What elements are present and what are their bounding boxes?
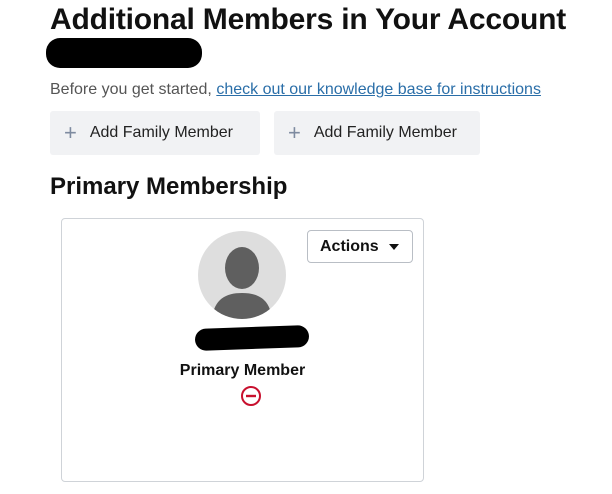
caret-down-icon [388, 243, 399, 250]
redacted-member-name [194, 325, 310, 351]
knowledge-base-link[interactable]: check out our knowledge base for instruc… [216, 81, 541, 98]
intro-text: Before you get started, check out our kn… [50, 80, 541, 100]
default-avatar-icon [198, 231, 286, 319]
page-title: Additional Members in Your Account [50, 3, 567, 36]
plus-icon: + [288, 120, 301, 145]
remove-circle-icon[interactable] [240, 385, 262, 407]
actions-label: Actions [320, 237, 379, 255]
section-title: Primary Membership [50, 173, 288, 200]
add-family-member-button[interactable]: + Add Family Member [274, 111, 480, 155]
page: Additional Members in Your Account Befor… [0, 0, 612, 494]
primary-member-card: Actions Primary Member [61, 218, 424, 482]
redacted-account-name [46, 38, 202, 68]
add-family-member-label: Add Family Member [89, 124, 234, 141]
actions-dropdown-button[interactable]: Actions [307, 230, 413, 263]
member-role-label: Primary Member [179, 362, 306, 379]
plus-icon: + [64, 120, 77, 145]
intro-prefix: Before you get started, [50, 81, 217, 98]
add-family-member-label: Add Family Member [313, 124, 458, 141]
add-family-member-button[interactable]: + Add Family Member [50, 111, 260, 155]
